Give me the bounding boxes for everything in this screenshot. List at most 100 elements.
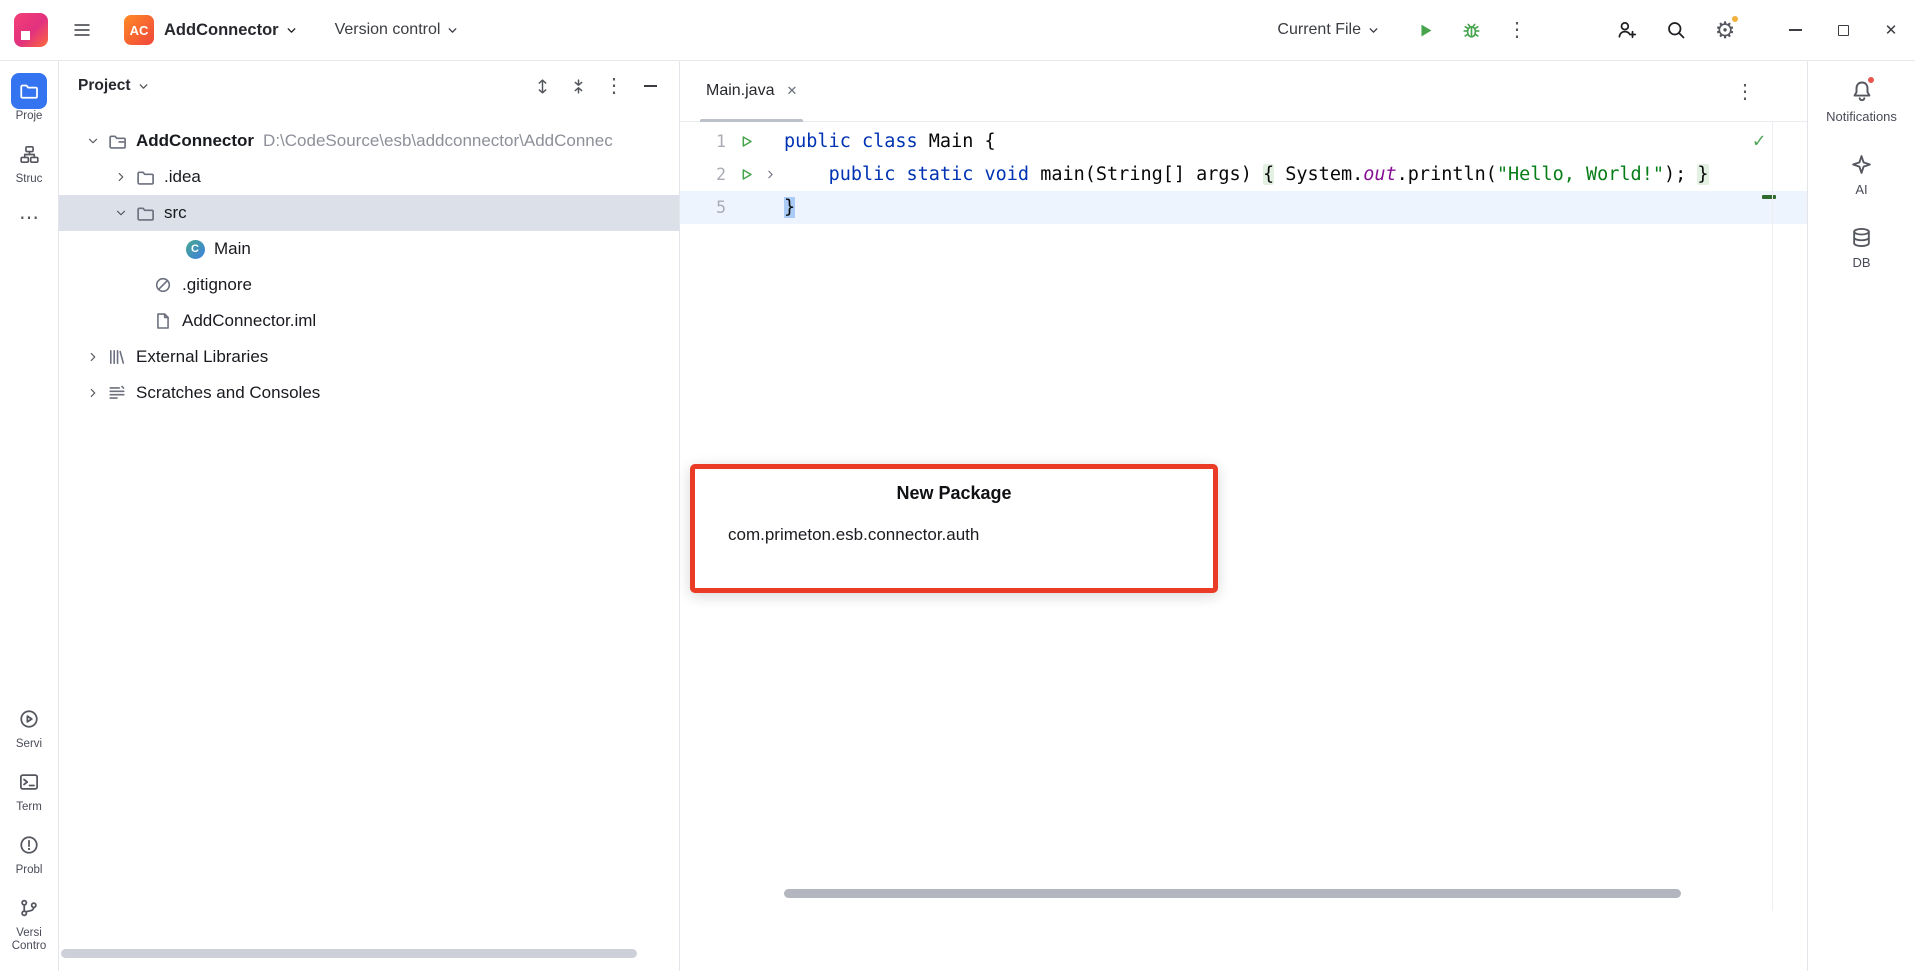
run-icon	[1416, 21, 1435, 40]
run-gutter-icon[interactable]	[732, 134, 760, 149]
run-configuration-widget[interactable]: Current File	[1277, 21, 1381, 39]
terminal-icon	[11, 764, 47, 800]
code-line-1[interactable]: 1 public class Main {	[680, 125, 1807, 158]
structure-icon	[11, 136, 47, 172]
tree-item-idea[interactable]: .idea	[59, 159, 679, 195]
file-icon	[151, 312, 175, 330]
sidebar-item-services[interactable]: Servi	[11, 701, 47, 751]
chevron-down-icon[interactable]	[111, 206, 131, 220]
fold-collapsed-icon[interactable]	[760, 168, 780, 181]
close-button[interactable]: ✕	[1867, 0, 1915, 61]
tab-main-java[interactable]: Main.java ✕	[700, 61, 803, 122]
ai-icon	[1846, 148, 1878, 180]
project-widget[interactable]: AC AddConnector	[124, 15, 299, 45]
sidebar-item-more[interactable]: ⋯	[11, 199, 47, 235]
tab-close-icon[interactable]: ✕	[786, 83, 797, 99]
sidebar-item-structure[interactable]: Struc	[11, 136, 47, 186]
tree-item-label: AddConnector.iml	[182, 311, 316, 331]
sidebar-item-database[interactable]: DB	[1846, 221, 1878, 270]
code-line-2[interactable]: 2 public static void main(String[] args)…	[680, 158, 1807, 191]
vcs-label: Version control	[335, 21, 441, 39]
chevron-right-icon[interactable]	[83, 350, 103, 364]
code-line-5[interactable]: 5 }	[680, 191, 1807, 224]
sidebar-label: Contro	[12, 940, 47, 953]
inspections-status-icon[interactable]: ✓	[1753, 128, 1765, 152]
notification-badge-dot	[1867, 76, 1875, 84]
run-configuration-label: Current File	[1277, 21, 1361, 39]
branch-icon	[11, 890, 47, 926]
code-text: }	[780, 197, 795, 218]
window-controls: ✕	[1771, 0, 1915, 61]
tree-item-scratches[interactable]: Scratches and Consoles	[59, 375, 679, 411]
main-menu-button[interactable]	[64, 12, 100, 48]
sidebar-label: Notifications	[1826, 109, 1897, 124]
tab-label: Main.java	[706, 82, 774, 100]
add-user-icon	[1617, 20, 1637, 40]
chevron-down-icon[interactable]	[136, 79, 151, 94]
panel-title[interactable]: Project	[78, 77, 131, 95]
sidebar-label: Term	[16, 801, 42, 814]
vcs-widget[interactable]: Version control	[335, 21, 461, 39]
hide-panel-button[interactable]	[635, 71, 665, 101]
tab-options-button[interactable]: ⋮	[1735, 61, 1755, 122]
java-class-icon: C	[183, 240, 207, 259]
tree-item-main-class[interactable]: C Main	[59, 231, 679, 267]
collapse-all-button[interactable]	[563, 71, 593, 101]
settings-button[interactable]: ⚙	[1705, 12, 1745, 48]
run-gutter-icon[interactable]	[732, 167, 760, 182]
bug-icon	[1462, 21, 1481, 40]
tree-item-addconnector[interactable]: AddConnector D:\CodeSource\esb\addconnec…	[59, 123, 679, 159]
minimize-button[interactable]	[1771, 0, 1819, 61]
sidebar-item-project[interactable]: Proje	[11, 73, 47, 123]
tree-item-label: External Libraries	[136, 347, 268, 367]
maximize-icon	[1838, 25, 1849, 36]
titlebar: AC AddConnector Version control Current …	[0, 0, 1915, 61]
search-everywhere-button[interactable]	[1656, 12, 1696, 48]
services-icon	[11, 701, 47, 737]
panel-options-button[interactable]: ⋮	[599, 71, 629, 101]
tree-item-gitignore[interactable]: .gitignore	[59, 267, 679, 303]
minimize-icon	[1789, 29, 1802, 31]
chevron-right-icon[interactable]	[111, 170, 131, 184]
project-name: AddConnector	[164, 21, 279, 40]
code-with-me-button[interactable]	[1607, 12, 1647, 48]
sidebar-item-notifications[interactable]: Notifications	[1826, 75, 1897, 124]
bell-icon	[1846, 75, 1878, 107]
chevron-right-icon[interactable]	[83, 386, 103, 400]
sidebar-item-version-control[interactable]: Versi Contro	[11, 890, 47, 953]
editor-tab-bar: Main.java ✕ ⋮	[680, 61, 1807, 122]
project-badge: AC	[124, 15, 154, 45]
tree-item-label: src	[164, 203, 187, 223]
settings-badge-dot	[1731, 15, 1739, 23]
more-actions-button[interactable]: ⋮	[1497, 12, 1537, 48]
tree-item-external-libraries[interactable]: External Libraries	[59, 339, 679, 375]
sidebar-item-ai-assistant[interactable]: AI	[1846, 148, 1878, 197]
ignored-file-icon	[151, 276, 175, 294]
folder-icon	[19, 81, 39, 101]
editor-right-edge-line	[1772, 122, 1773, 911]
project-panel-header: Project ⋮	[59, 61, 679, 111]
sidebar-item-terminal[interactable]: Term	[11, 764, 47, 814]
hamburger-icon	[72, 20, 92, 40]
run-button[interactable]	[1405, 12, 1445, 48]
scratches-icon	[105, 384, 129, 402]
editor-horizontal-scrollbar[interactable]	[784, 889, 1681, 898]
expand-all-button[interactable]	[527, 71, 557, 101]
tree-item-path: D:\CodeSource\esb\addconnector\AddConnec	[263, 131, 613, 151]
sidebar-item-problems[interactable]: Probl	[11, 827, 47, 877]
right-tool-stripe: Notifications AI DB	[1807, 61, 1915, 971]
debug-button[interactable]	[1451, 12, 1491, 48]
gutter: 5	[680, 191, 780, 224]
chevron-down-icon[interactable]	[83, 134, 103, 148]
sidebar-label: DB	[1852, 255, 1870, 270]
kebab-icon: ⋮	[1507, 20, 1527, 40]
tree-item-iml-file[interactable]: AddConnector.iml	[59, 303, 679, 339]
maximize-button[interactable]	[1819, 0, 1867, 61]
dialog-title: New Package	[695, 483, 1213, 504]
tree-item-src[interactable]: src	[59, 195, 679, 231]
sidebar-label: Proje	[16, 110, 43, 123]
code-text: public static void main(String[] args) {…	[780, 164, 1709, 185]
line-number: 5	[680, 198, 726, 217]
project-horizontal-scrollbar[interactable]	[61, 949, 637, 958]
package-name-input[interactable]: com.primeton.esb.connector.auth	[728, 525, 1213, 545]
